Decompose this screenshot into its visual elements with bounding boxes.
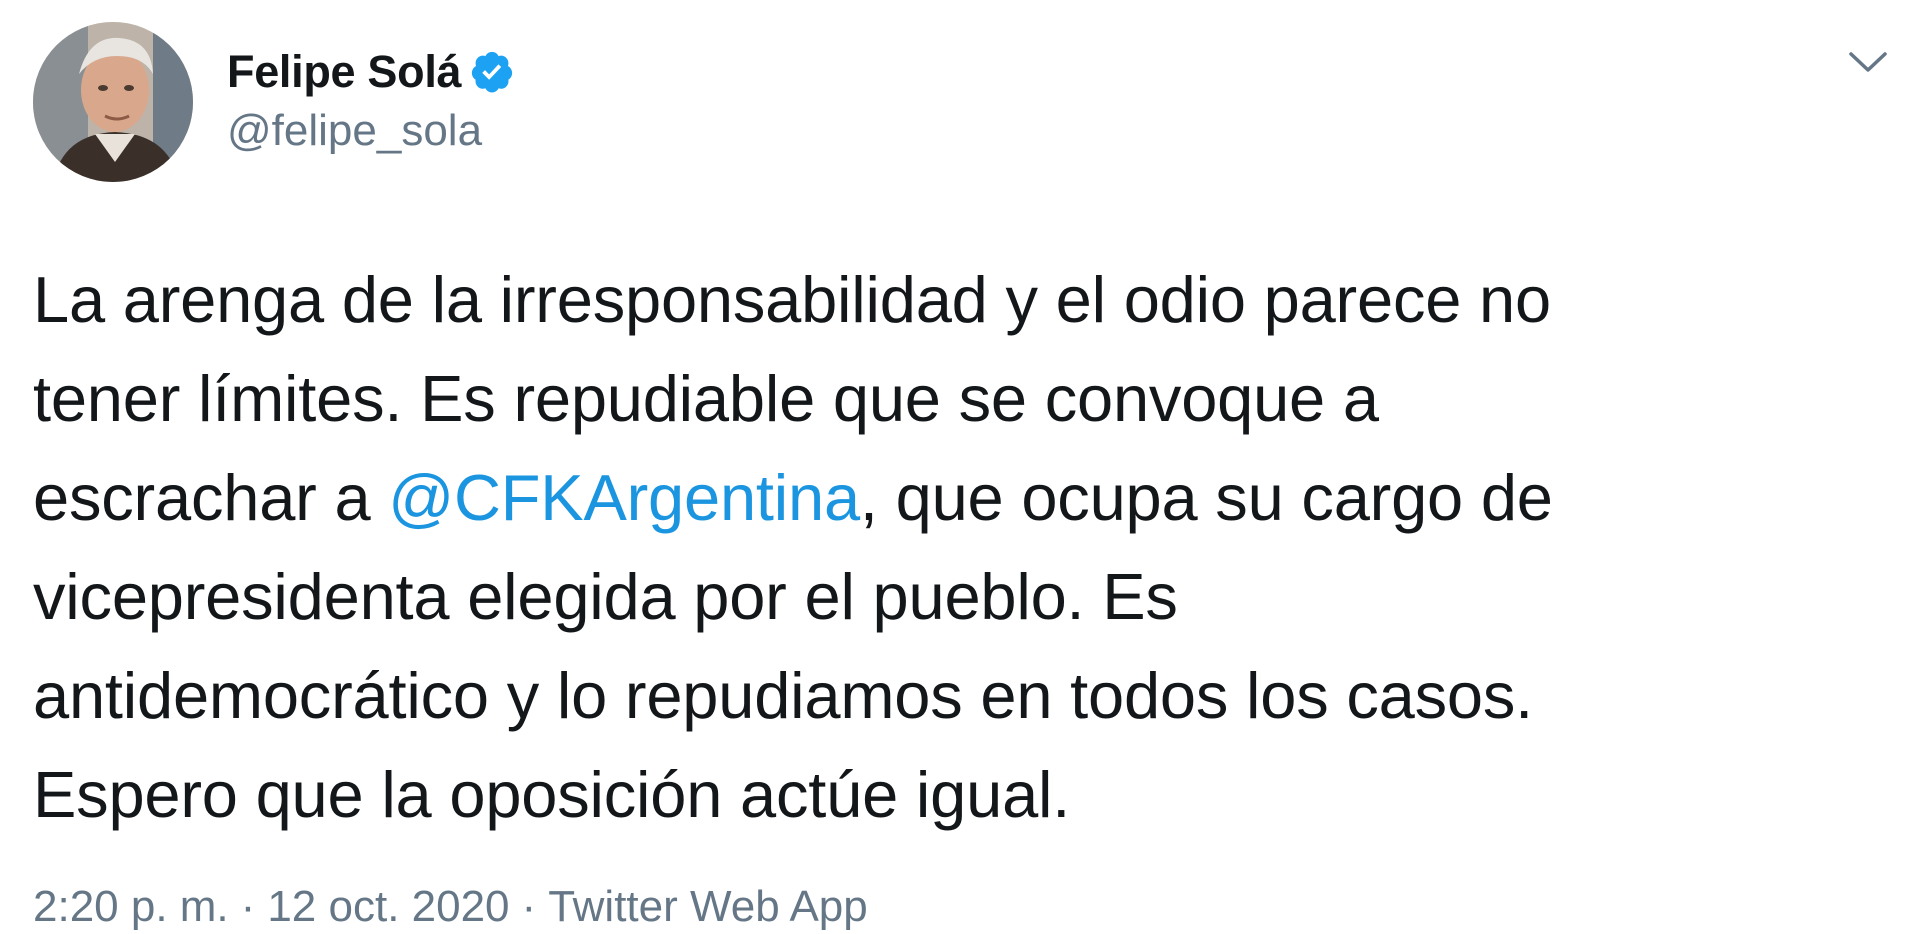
tweet-text-line: escrachar a @CFKArgentina, que ocupa su …	[33, 448, 1893, 547]
tweet-date[interactable]: 12 oct. 2020	[267, 882, 509, 931]
tweet-text-line: La arenga de la irresponsabilidad y el o…	[33, 250, 1893, 349]
meta-separator: ·	[240, 882, 256, 931]
tweet-text-segment: vicepresidenta elegida por el pueblo. Es	[33, 560, 1178, 633]
display-name-row: Felipe Solá	[227, 44, 515, 100]
tweet-text-segment: tener límites. Es repudiable que se conv…	[33, 362, 1379, 435]
display-name[interactable]: Felipe Solá	[227, 46, 462, 98]
tweet-text: La arenga de la irresponsabilidad y el o…	[33, 250, 1893, 844]
verified-badge-icon	[469, 49, 515, 95]
tweet-text-line: vicepresidenta elegida por el pueblo. Es	[33, 547, 1893, 646]
chevron-down-icon[interactable]	[1848, 48, 1888, 76]
mention-link[interactable]: @CFKArgentina	[388, 461, 860, 534]
tweet-source[interactable]: Twitter Web App	[548, 882, 868, 931]
tweet-text-segment: , que ocupa su cargo de	[859, 461, 1553, 534]
tweet-meta: 2:20 p. m. · 12 oct. 2020 · Twitter Web App	[33, 880, 868, 934]
avatar[interactable]	[33, 22, 193, 182]
user-handle[interactable]: @felipe_sola	[227, 106, 515, 156]
tweet-text-line: antidemocrático y lo repudiamos en todos…	[33, 646, 1893, 745]
tweet-text-segment: antidemocrático y lo repudiamos en todos…	[33, 659, 1534, 732]
tweet-text-segment: La arenga de la irresponsabilidad y el o…	[33, 263, 1551, 336]
tweet-text-line: Espero que la oposición actúe igual.	[33, 745, 1893, 844]
tweet-card: Felipe Solá @felipe_sola La arenga de la…	[0, 0, 1920, 934]
tweet-text-line: tener límites. Es repudiable que se conv…	[33, 349, 1893, 448]
tweet-header: Felipe Solá @felipe_sola	[33, 22, 1873, 182]
user-names: Felipe Solá @felipe_sola	[227, 44, 515, 156]
tweet-text-segment: escrachar a	[33, 461, 389, 534]
tweet-text-segment: Espero que la oposición actúe igual.	[33, 758, 1071, 831]
tweet-time[interactable]: 2:20 p. m.	[33, 882, 229, 931]
meta-separator: ·	[521, 882, 537, 931]
